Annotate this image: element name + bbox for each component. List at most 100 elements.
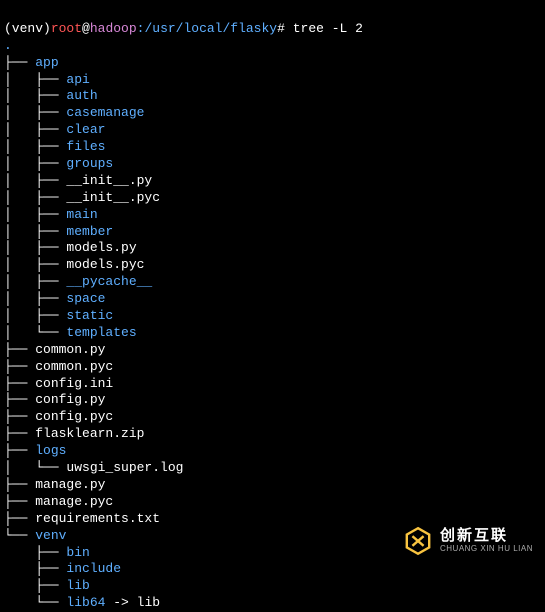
file-name: common.py — [35, 342, 105, 357]
tree-entry: │ ├── static — [4, 308, 541, 325]
tree-branch: │ ├── — [4, 88, 66, 103]
directory-name: space — [66, 291, 105, 306]
directory-name: lib — [66, 578, 89, 593]
directory-name: clear — [66, 122, 105, 137]
directory-name: venv — [35, 528, 66, 543]
tree-entry: ├── config.pyc — [4, 409, 541, 426]
tree-branch: │ ├── — [4, 308, 66, 323]
file-name: common.pyc — [35, 359, 113, 374]
file-name: manage.py — [35, 477, 105, 492]
tree-entry: │ ├── auth — [4, 88, 541, 105]
tree-branch: │ ├── — [4, 207, 66, 222]
tree-entry: ├── manage.py — [4, 477, 541, 494]
file-name: uwsgi_super.log — [66, 460, 183, 475]
tree-branch: │ ├── — [4, 240, 66, 255]
file-name: __init__.py — [66, 173, 152, 188]
tree-branch: ├── — [4, 545, 66, 560]
tree-entry: ├── app — [4, 55, 541, 72]
prompt-at: @ — [82, 21, 90, 36]
file-name: config.pyc — [35, 409, 113, 424]
tree-entry: │ ├── api — [4, 72, 541, 89]
tree-branch: ├── — [4, 55, 35, 70]
tree-branch: └── — [4, 595, 66, 610]
tree-branch: │ ├── — [4, 139, 66, 154]
directory-name: __pycache__ — [66, 274, 152, 289]
tree-branch: │ ├── — [4, 291, 66, 306]
tree-entry: ├── common.pyc — [4, 359, 541, 376]
tree-branch: │ ├── — [4, 72, 66, 87]
tree-entry: │ ├── member — [4, 224, 541, 241]
directory-name: casemanage — [66, 105, 144, 120]
tree-root-dot: . — [4, 38, 541, 55]
tree-branch: ├── — [4, 342, 35, 357]
tree-entry: ├── lib — [4, 578, 541, 595]
tree-branch: ├── — [4, 409, 35, 424]
tree-branch: ├── — [4, 477, 35, 492]
prompt-user: root — [51, 21, 82, 36]
prompt-path: /usr/local/flasky — [144, 21, 277, 36]
venv-indicator: (venv) — [4, 21, 51, 36]
directory-name: app — [35, 55, 58, 70]
tree-entry: │ └── templates — [4, 325, 541, 342]
tree-entry: │ ├── __init__.pyc — [4, 190, 541, 207]
tree-branch: │ ├── — [4, 190, 66, 205]
command-text[interactable]: tree -L 2 — [293, 21, 363, 36]
file-name: flasklearn.zip — [35, 426, 144, 441]
prompt-hash: # — [277, 21, 285, 36]
tree-entry: │ ├── models.py — [4, 240, 541, 257]
directory-name: bin — [66, 545, 89, 560]
terminal-prompt: (venv)root@hadoop:/usr/local/flasky# tre… — [4, 4, 541, 38]
tree-branch: ├── — [4, 561, 66, 576]
tree-branch: │ ├── — [4, 105, 66, 120]
tree-entry: ├── include — [4, 561, 541, 578]
tree-entry: │ └── uwsgi_super.log — [4, 460, 541, 477]
tree-branch: ├── — [4, 359, 35, 374]
tree-branch: ├── — [4, 426, 35, 441]
tree-entry: ├── manage.pyc — [4, 494, 541, 511]
symlink-arrow: -> lib — [105, 595, 160, 610]
file-name: models.pyc — [66, 257, 144, 272]
tree-branch: │ └── — [4, 325, 66, 340]
tree-branch: ├── — [4, 443, 35, 458]
tree-branch: │ └── — [4, 460, 66, 475]
file-name: config.py — [35, 392, 105, 407]
directory-name: lib64 — [66, 595, 105, 610]
watermark: 创新互联 CHUANG XIN HU LIAN — [402, 525, 533, 557]
tree-entry: │ ├── __pycache__ — [4, 274, 541, 291]
tree-entry: │ ├── main — [4, 207, 541, 224]
directory-name: files — [66, 139, 105, 154]
tree-entry: │ ├── space — [4, 291, 541, 308]
watermark-en: CHUANG XIN HU LIAN — [440, 545, 533, 554]
tree-branch: ├── — [4, 376, 35, 391]
directory-name: templates — [66, 325, 136, 340]
tree-branch: │ ├── — [4, 122, 66, 137]
tree-entry: ├── config.py — [4, 392, 541, 409]
directory-name: main — [66, 207, 97, 222]
tree-branch: │ ├── — [4, 156, 66, 171]
tree-entry: │ ├── files — [4, 139, 541, 156]
file-name: manage.pyc — [35, 494, 113, 509]
watermark-logo-icon — [402, 525, 434, 557]
tree-entry: ├── logs — [4, 443, 541, 460]
tree-branch: ├── — [4, 511, 35, 526]
prompt-host: hadoop — [90, 21, 137, 36]
tree-entry: │ ├── clear — [4, 122, 541, 139]
directory-name: include — [66, 561, 121, 576]
tree-entry: │ ├── __init__.py — [4, 173, 541, 190]
directory-name: auth — [66, 88, 97, 103]
directory-name: member — [66, 224, 113, 239]
tree-branch: │ ├── — [4, 173, 66, 188]
tree-branch: ├── — [4, 392, 35, 407]
tree-branch: └── — [4, 528, 35, 543]
tree-branch: ├── — [4, 494, 35, 509]
tree-entry: │ ├── groups — [4, 156, 541, 173]
tree-branch: │ ├── — [4, 257, 66, 272]
tree-entry: │ ├── models.pyc — [4, 257, 541, 274]
tree-entry: ├── flasklearn.zip — [4, 426, 541, 443]
directory-name: logs — [35, 443, 66, 458]
tree-branch: │ ├── — [4, 224, 66, 239]
tree-branch: ├── — [4, 578, 66, 593]
tree-entry: ├── common.py — [4, 342, 541, 359]
file-name: __init__.pyc — [66, 190, 160, 205]
tree-branch: │ ├── — [4, 274, 66, 289]
